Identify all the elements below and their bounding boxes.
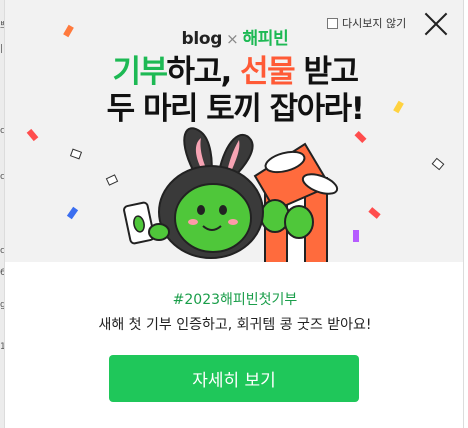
promo-popup: blog × 해피빈 다시보지 않기 기부하고, 선물 받고 두 마리 토끼 잡아라… (4, 0, 464, 428)
checkbox-icon[interactable] (327, 17, 338, 29)
confetti-icon (66, 206, 79, 220)
confetti-icon (431, 157, 445, 171)
confetti-icon (26, 128, 39, 142)
headline-line1: 기부하고, 선물 받고 (5, 54, 463, 91)
background-glyph: | (0, 44, 4, 54)
happybean-logo-text: 해피빈 (242, 29, 289, 49)
rabbit-bean-gift-illustration (123, 127, 339, 262)
hero-banner: blog × 해피빈 다시보지 않기 기부하고, 선물 받고 두 마리 토끼 잡아라… (5, 0, 463, 262)
headline-gift: 선물 (240, 54, 296, 90)
confetti-icon (368, 207, 381, 219)
content-section: #2023해피빈첫기부 새해 첫 기부 인증하고, 회귀템 콩 굿즈 받아요! … (5, 262, 463, 428)
headline-text: 하고, (166, 54, 241, 90)
confetti-icon (354, 130, 367, 144)
dont-show-again-label: 다시보지 않기 (342, 17, 407, 30)
headline: 기부하고, 선물 받고 두 마리 토끼 잡아라! (5, 54, 463, 128)
headline-donate: 기부 (112, 54, 168, 90)
dont-show-again-toggle[interactable]: 다시보지 않기 (327, 15, 406, 31)
confetti-icon (69, 148, 83, 160)
campaign-hashtag: #2023해피빈첫기부 (172, 292, 298, 308)
campaign-description: 새해 첫 기부 인증하고, 회귀템 콩 굿즈 받아요! (98, 317, 372, 333)
blog-logo-text: blog (181, 29, 223, 49)
brand-separator: × (226, 30, 239, 48)
view-details-button[interactable]: 자세히 보기 (109, 355, 359, 402)
close-icon[interactable] (423, 11, 449, 37)
headline-text: 받고 (294, 54, 359, 90)
